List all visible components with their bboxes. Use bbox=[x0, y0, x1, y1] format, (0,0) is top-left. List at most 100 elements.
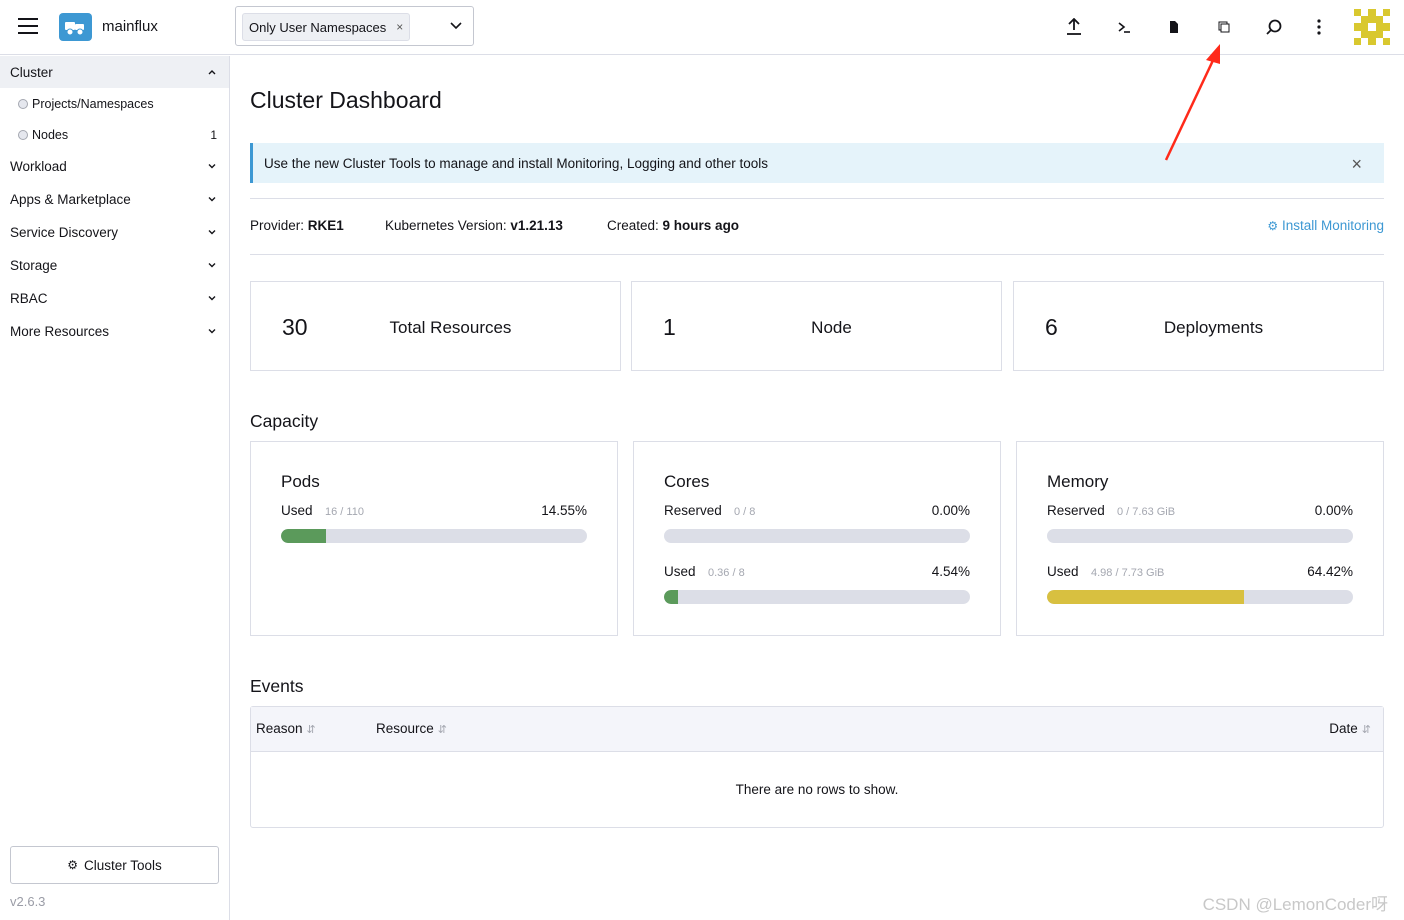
sidebar-group-rbac[interactable]: RBAC bbox=[0, 282, 229, 315]
search-icon[interactable] bbox=[1264, 17, 1284, 37]
chevron-down-icon bbox=[208, 263, 216, 268]
sort-icon: ⇵ bbox=[437, 724, 447, 736]
stat-label: Node bbox=[811, 318, 852, 337]
used-label: Used bbox=[281, 503, 313, 518]
version-label: v2.6.3 bbox=[10, 894, 46, 909]
more-icon[interactable] bbox=[1309, 17, 1329, 37]
used-fraction: 0.36 / 8 bbox=[708, 567, 745, 579]
sidebar-group-apps-marketplace[interactable]: Apps & Marketplace bbox=[0, 183, 229, 216]
chevron-down-icon bbox=[208, 296, 216, 301]
sidebar-group-more-resources[interactable]: More Resources bbox=[0, 315, 229, 348]
banner-text: Use the new Cluster Tools to manage and … bbox=[264, 155, 769, 171]
install-monitoring-link[interactable]: ⚙ Install Monitoring bbox=[1267, 218, 1384, 233]
events-table-header: Reason ⇵ Resource ⇵ Date ⇵ bbox=[251, 707, 1383, 752]
capacity-title: Capacity bbox=[250, 411, 319, 431]
created-info: Created: 9 hours ago bbox=[607, 218, 739, 233]
terminal-icon[interactable] bbox=[1114, 17, 1134, 37]
chevron-down-icon bbox=[208, 230, 216, 235]
capacity-cores-card: Cores Reserved 0 / 8 0.00% Used 0.36 / 8… bbox=[633, 441, 1001, 636]
reserved-label: Reserved bbox=[664, 503, 722, 518]
memory-reserved-bar bbox=[1047, 529, 1353, 543]
capacity-card-title: Pods bbox=[281, 472, 320, 491]
events-table: Reason ⇵ Resource ⇵ Date ⇵ There are no row… bbox=[250, 706, 1384, 828]
sort-icon: ⇵ bbox=[1361, 724, 1371, 736]
stat-deployments[interactable]: 6 Deployments bbox=[1013, 281, 1384, 371]
k8s-version-value: v1.21.13 bbox=[510, 218, 563, 233]
pods-used-bar bbox=[281, 529, 587, 543]
gear-icon: ⚙ bbox=[1267, 219, 1279, 233]
top-header: mainflux Only User Namespaces × bbox=[0, 0, 1404, 55]
node-dot-icon bbox=[18, 129, 28, 140]
column-date[interactable]: Date ⇵ bbox=[1329, 721, 1371, 736]
used-percent: 64.42% bbox=[1307, 564, 1353, 579]
used-percent: 14.55% bbox=[541, 503, 587, 518]
provider-value: RKE1 bbox=[307, 218, 344, 233]
sidebar-group-workload[interactable]: Workload bbox=[0, 150, 229, 183]
cluster-tools-button[interactable]: ⚙ Cluster Tools bbox=[10, 846, 219, 884]
sidebar-group-label: RBAC bbox=[10, 291, 48, 306]
file-icon[interactable] bbox=[1164, 17, 1184, 37]
namespace-chip-label: Only User Namespaces bbox=[249, 19, 387, 35]
copy-icon[interactable] bbox=[1214, 17, 1234, 37]
stat-node[interactable]: 1 Node bbox=[631, 281, 1002, 371]
close-icon[interactable]: × bbox=[1351, 154, 1362, 175]
created-label: Created: bbox=[607, 218, 659, 233]
namespace-filter-select[interactable]: Only User Namespaces × bbox=[235, 6, 474, 46]
chevron-down-icon bbox=[208, 329, 216, 334]
empty-table-message: There are no rows to show. bbox=[735, 782, 899, 797]
chevron-down-icon bbox=[208, 164, 216, 169]
events-title: Events bbox=[250, 676, 304, 696]
cores-reserved-bar bbox=[664, 529, 970, 543]
sidebar-group-cluster[interactable]: Cluster bbox=[0, 56, 229, 88]
column-reason[interactable]: Reason ⇵ bbox=[256, 721, 316, 736]
sidebar-group-storage[interactable]: Storage bbox=[0, 249, 229, 282]
sidebar-group-service-discovery[interactable]: Service Discovery bbox=[0, 216, 229, 249]
info-banner: Use the new Cluster Tools to manage and … bbox=[250, 143, 1384, 183]
created-value: 9 hours ago bbox=[662, 218, 740, 233]
upload-icon[interactable] bbox=[1064, 17, 1084, 37]
capacity-memory-card: Memory Reserved 0 / 7.63 GiB 0.00% Used … bbox=[1016, 441, 1384, 636]
reserved-percent: 0.00% bbox=[1314, 503, 1353, 518]
used-label: Used bbox=[1047, 564, 1079, 579]
stat-label: Deployments bbox=[1163, 318, 1264, 337]
sidebar-group-label: Storage bbox=[10, 258, 58, 273]
stat-label: Total Resources bbox=[389, 318, 512, 337]
k8s-version-label: Kubernetes Version: bbox=[385, 218, 507, 233]
sidebar-item-label: Nodes bbox=[32, 127, 69, 142]
chevron-down-icon bbox=[208, 197, 216, 202]
chevron-down-icon[interactable] bbox=[448, 17, 464, 33]
divider bbox=[250, 254, 1384, 255]
user-avatar[interactable] bbox=[1354, 9, 1390, 45]
reserved-fraction: 0 / 7.63 GiB bbox=[1117, 506, 1176, 518]
watermark: CSDN @LemonCoder呀 bbox=[1202, 895, 1388, 914]
capacity-card-title: Memory bbox=[1047, 472, 1109, 491]
namespace-dot-icon bbox=[18, 98, 28, 109]
memory-used-bar bbox=[1047, 590, 1353, 604]
column-label: Date bbox=[1329, 721, 1358, 736]
chip-remove-icon[interactable]: × bbox=[396, 20, 403, 34]
sidebar: Cluster Projects/Namespaces Nodes 1 Work… bbox=[0, 56, 230, 920]
used-fraction: 16 / 110 bbox=[325, 506, 364, 518]
sidebar-item-label: Projects/Namespaces bbox=[32, 96, 154, 111]
sidebar-item-nodes[interactable]: Nodes 1 bbox=[0, 119, 229, 150]
used-label: Used bbox=[664, 564, 696, 579]
stat-total-resources[interactable]: 30 Total Resources bbox=[250, 281, 621, 371]
menu-icon[interactable] bbox=[18, 18, 38, 36]
sidebar-group-label: Service Discovery bbox=[10, 225, 119, 240]
k8s-version-info: Kubernetes Version: v1.21.13 bbox=[385, 218, 563, 233]
sort-icon: ⇵ bbox=[306, 724, 316, 736]
sidebar-group-label: Apps & Marketplace bbox=[10, 192, 131, 207]
used-percent: 4.54% bbox=[931, 564, 970, 579]
cluster-tools-label: Cluster Tools bbox=[83, 857, 162, 873]
sidebar-item-projects-namespaces[interactable]: Projects/Namespaces bbox=[0, 88, 229, 119]
capacity-card-title: Cores bbox=[664, 472, 710, 491]
column-label: Resource bbox=[376, 721, 434, 736]
reserved-percent: 0.00% bbox=[931, 503, 970, 518]
sidebar-group-label: Workload bbox=[10, 159, 67, 174]
column-resource[interactable]: Resource ⇵ bbox=[376, 721, 447, 736]
chevron-up-icon bbox=[208, 70, 216, 75]
namespace-chip: Only User Namespaces × bbox=[242, 13, 411, 41]
gear-icon: ⚙ bbox=[67, 858, 78, 872]
reserved-label: Reserved bbox=[1047, 503, 1105, 518]
cluster-logo-icon bbox=[59, 13, 92, 41]
